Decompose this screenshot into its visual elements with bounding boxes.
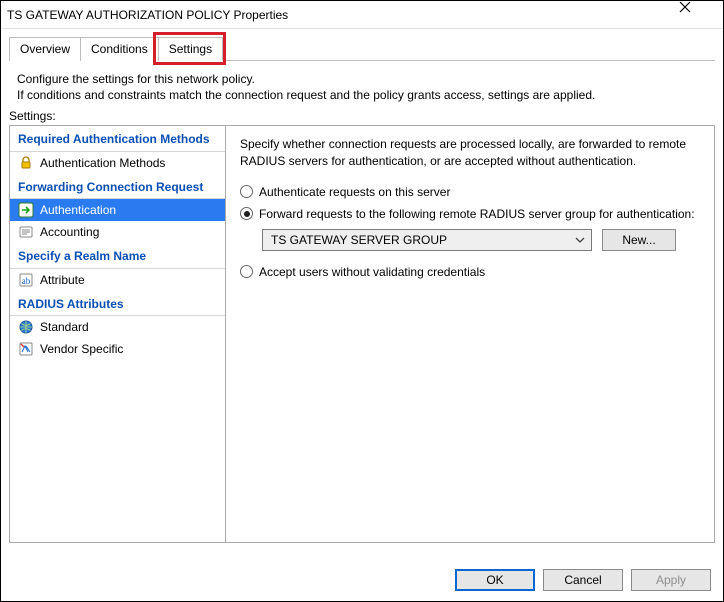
cancel-button[interactable]: Cancel	[543, 569, 623, 591]
tree-item-authentication[interactable]: Authentication	[10, 199, 225, 221]
tree-item-vendor-specific[interactable]: Vendor Specific	[10, 338, 225, 360]
tree-item-accounting[interactable]: Accounting	[10, 221, 225, 243]
settings-tree: Required Authentication Methods Authenti…	[10, 126, 226, 542]
tree-item-label: Authentication	[40, 203, 116, 217]
tree-item-label: Authentication Methods	[40, 156, 165, 170]
attribute-icon: ab	[18, 272, 34, 288]
tree-item-label: Vendor Specific	[40, 342, 123, 356]
radio-icon	[240, 265, 253, 278]
tree-group-required-auth: Required Authentication Methods	[10, 126, 225, 151]
lock-icon	[18, 155, 34, 171]
globe-icon	[18, 319, 34, 335]
close-icon	[679, 1, 691, 13]
tab-strip: Overview Conditions Settings	[1, 29, 723, 61]
radio-icon	[240, 185, 253, 198]
tab-settings[interactable]: Settings	[158, 37, 223, 61]
tree-item-attribute[interactable]: ab Attribute	[10, 269, 225, 291]
policy-description-line2: If conditions and constraints match the …	[17, 87, 707, 103]
detail-pane: Specify whether connection requests are …	[226, 126, 714, 542]
radio-label: Accept users without validating credenti…	[259, 265, 485, 279]
close-button[interactable]	[679, 1, 723, 28]
tree-item-label: Accounting	[40, 225, 99, 239]
tree-item-label: Standard	[40, 320, 89, 334]
title-bar: TS GATEWAY AUTHORIZATION POLICY Properti…	[1, 1, 723, 29]
tree-item-standard[interactable]: Standard	[10, 316, 225, 338]
apply-button[interactable]: Apply	[631, 569, 711, 591]
tab-conditions[interactable]: Conditions	[80, 37, 159, 61]
arrow-right-icon	[18, 202, 34, 218]
dialog-footer: OK Cancel Apply	[455, 569, 711, 591]
accounting-icon	[18, 224, 34, 240]
new-button[interactable]: New...	[602, 229, 676, 251]
svg-text:ab: ab	[22, 276, 31, 286]
radio-label: Authenticate requests on this server	[259, 185, 450, 199]
settings-panel: Required Authentication Methods Authenti…	[9, 125, 715, 543]
tree-group-realm: Specify a Realm Name	[10, 243, 225, 268]
combo-value: TS GATEWAY SERVER GROUP	[271, 233, 447, 247]
radio-forward-remote[interactable]: Forward requests to the following remote…	[240, 207, 700, 221]
radio-label: Forward requests to the following remote…	[259, 207, 695, 221]
radio-icon	[240, 207, 253, 220]
radio-authenticate-local[interactable]: Authenticate requests on this server	[240, 185, 700, 199]
tree-item-auth-methods[interactable]: Authentication Methods	[10, 152, 225, 174]
vendor-icon	[18, 341, 34, 357]
ok-button[interactable]: OK	[455, 569, 535, 591]
tree-item-label: Attribute	[40, 273, 85, 287]
server-group-combo[interactable]: TS GATEWAY SERVER GROUP	[262, 229, 592, 251]
detail-description: Specify whether connection requests are …	[240, 136, 700, 168]
settings-label: Settings:	[1, 109, 723, 125]
policy-description: Configure the settings for this network …	[1, 61, 723, 109]
server-group-row: TS GATEWAY SERVER GROUP New...	[262, 229, 700, 251]
tree-group-forwarding: Forwarding Connection Request	[10, 174, 225, 199]
radio-accept-without-validate[interactable]: Accept users without validating credenti…	[240, 265, 700, 279]
chevron-down-icon	[575, 235, 585, 245]
policy-description-line1: Configure the settings for this network …	[17, 71, 707, 87]
tree-group-radius-attrs: RADIUS Attributes	[10, 291, 225, 316]
tab-overview[interactable]: Overview	[9, 37, 81, 61]
window-title: TS GATEWAY AUTHORIZATION POLICY Properti…	[7, 8, 288, 22]
